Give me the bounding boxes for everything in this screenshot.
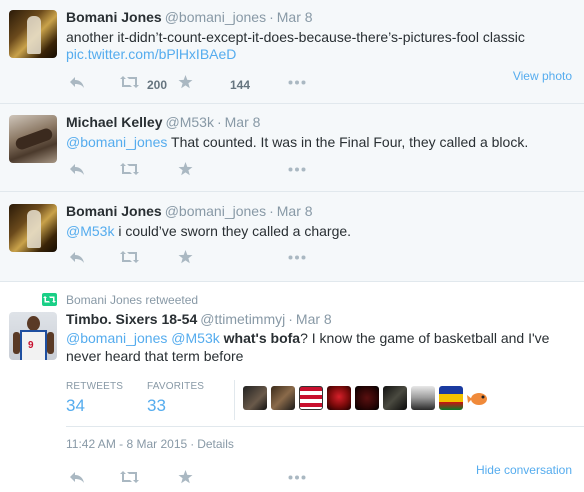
details-link[interactable]: Details	[197, 437, 234, 451]
avatar[interactable]	[9, 10, 57, 58]
mention-link[interactable]: @bomani_jones	[66, 330, 167, 346]
mention-link[interactable]: @M53k	[66, 223, 114, 239]
favorite-icon[interactable]	[178, 162, 193, 176]
favoriter-avatar[interactable]	[299, 386, 323, 410]
user-name[interactable]: Michael Kelley	[66, 114, 163, 130]
tweet-header: Michael Kelley @M53k · Mar 8	[66, 114, 260, 130]
favorite-icon[interactable]	[178, 250, 193, 264]
tweet-body: That counted. It was in the Final Four, …	[167, 134, 529, 150]
more-icon[interactable]	[288, 255, 306, 260]
favorite-icon[interactable]	[178, 75, 193, 89]
view-photo-link[interactable]: View photo	[513, 69, 572, 83]
favoriter-avatar[interactable]	[411, 386, 435, 410]
user-handle[interactable]: @M53k	[166, 114, 214, 130]
tweet-header: Bomani Jones @bomani_jones · Mar 8	[66, 9, 313, 25]
tweet-time[interactable]: Mar 8	[225, 114, 261, 130]
avatar-arm	[13, 332, 20, 354]
user-handle[interactable]: @ttimetimmyj	[200, 311, 285, 327]
separator-dot: ·	[269, 203, 274, 219]
mention-link[interactable]: @M53k	[171, 330, 219, 346]
separator-dot: ·	[288, 311, 293, 327]
tweet-text-line-2: never heard that term before	[66, 348, 244, 364]
tweet-text: @bomani_jones That counted. It was in th…	[66, 132, 528, 152]
tweet-timestamp[interactable]: 11:42 AM - 8 Mar 2015	[66, 437, 187, 451]
user-name[interactable]: Timbo. Sixers 18-54	[66, 311, 197, 327]
favorites-stat[interactable]: FAVORITES 33	[147, 381, 217, 416]
favoriter-avatar[interactable]	[467, 386, 491, 410]
favoriter-avatar[interactable]	[355, 386, 379, 410]
retweeted-by-label[interactable]: Bomani Jones retweeted	[66, 293, 198, 307]
retweet-icon[interactable]	[120, 75, 139, 89]
tweet-1[interactable]: Bomani Jones @bomani_jones · Mar 8 another …	[0, 0, 584, 104]
tweet-body: i could’ve sworn they called a charge.	[114, 223, 352, 239]
reply-icon[interactable]	[69, 162, 85, 176]
favoriter-avatar[interactable]	[271, 386, 295, 410]
retweeted-icon	[42, 293, 57, 306]
favoriter-avatar[interactable]	[327, 386, 351, 410]
avatar[interactable]	[9, 204, 57, 252]
user-handle[interactable]: @bomani_jones	[165, 203, 266, 219]
tweet-time[interactable]: Mar 8	[277, 9, 313, 25]
fish-icon	[467, 393, 487, 405]
favoriter-avatar[interactable]	[439, 386, 463, 410]
tweet-text: @M53k i could’ve sworn they called a cha…	[66, 221, 351, 241]
favoriter-avatar[interactable]	[383, 386, 407, 410]
tweet-detail-time: 11:42 AM - 8 Mar 2015 · Details	[66, 437, 234, 451]
tweet-2[interactable]: Michael Kelley @M53k · Mar 8 @bomani_jones …	[0, 104, 584, 192]
more-icon[interactable]	[288, 167, 306, 172]
more-icon[interactable]	[288, 475, 306, 480]
avatar[interactable]: 9	[9, 312, 57, 360]
tweet-header: Bomani Jones @bomani_jones · Mar 8	[66, 203, 313, 219]
avatar-jersey-number: 9	[28, 340, 34, 351]
user-name[interactable]: Bomani Jones	[66, 9, 162, 25]
hide-conversation-link[interactable]: Hide conversation	[476, 463, 572, 477]
user-handle[interactable]: @bomani_jones	[165, 9, 266, 25]
user-name[interactable]: Bomani Jones	[66, 203, 162, 219]
tweet-text-line-1: @bomani_jones @M53k what's bofa? I know …	[66, 328, 549, 348]
avatar[interactable]	[9, 115, 57, 163]
tweet-3[interactable]: Bomani Jones @bomani_jones · Mar 8 @M53k i …	[0, 192, 584, 282]
retweet-count[interactable]: 200	[147, 78, 167, 92]
retweet-icon[interactable]	[120, 470, 139, 484]
detail-divider	[66, 426, 584, 427]
separator-dot: ·	[190, 437, 195, 451]
retweet-icon[interactable]	[120, 162, 139, 176]
mention-link[interactable]: @bomani_jones	[66, 134, 167, 150]
retweet-icon[interactable]	[120, 250, 139, 264]
tweet-time[interactable]: Mar 8	[277, 203, 313, 219]
favorites-value[interactable]: 33	[147, 396, 217, 416]
tweet-body: ? I know the game of basketball and I've	[300, 330, 550, 346]
more-icon[interactable]	[288, 80, 306, 85]
retweets-stat[interactable]: RETWEETS 34	[66, 381, 136, 416]
separator-dot: ·	[216, 114, 222, 130]
reply-icon[interactable]	[69, 250, 85, 264]
separator-dot: ·	[269, 9, 274, 25]
reply-icon[interactable]	[69, 75, 85, 89]
favorite-count[interactable]: 144	[230, 78, 250, 92]
favorites-label: FAVORITES	[147, 381, 205, 392]
favoriter-avatar[interactable]	[243, 386, 267, 410]
retweets-value[interactable]: 34	[66, 396, 136, 416]
stats-divider	[234, 380, 235, 420]
tweet-time[interactable]: Mar 8	[296, 311, 332, 327]
tweet-header: Timbo. Sixers 18-54 @ttimetimmyj · Mar 8	[66, 311, 332, 327]
retweets-label: RETWEETS	[66, 381, 124, 392]
favorite-icon[interactable]	[178, 470, 193, 484]
tweet-photo-link[interactable]: pic.twitter.com/bPlHxIBAeD	[66, 44, 236, 64]
reply-icon[interactable]	[69, 470, 85, 484]
avatar-head	[27, 316, 40, 331]
highlighted-text: what's bofa	[223, 330, 301, 346]
avatar-arm	[47, 332, 54, 354]
